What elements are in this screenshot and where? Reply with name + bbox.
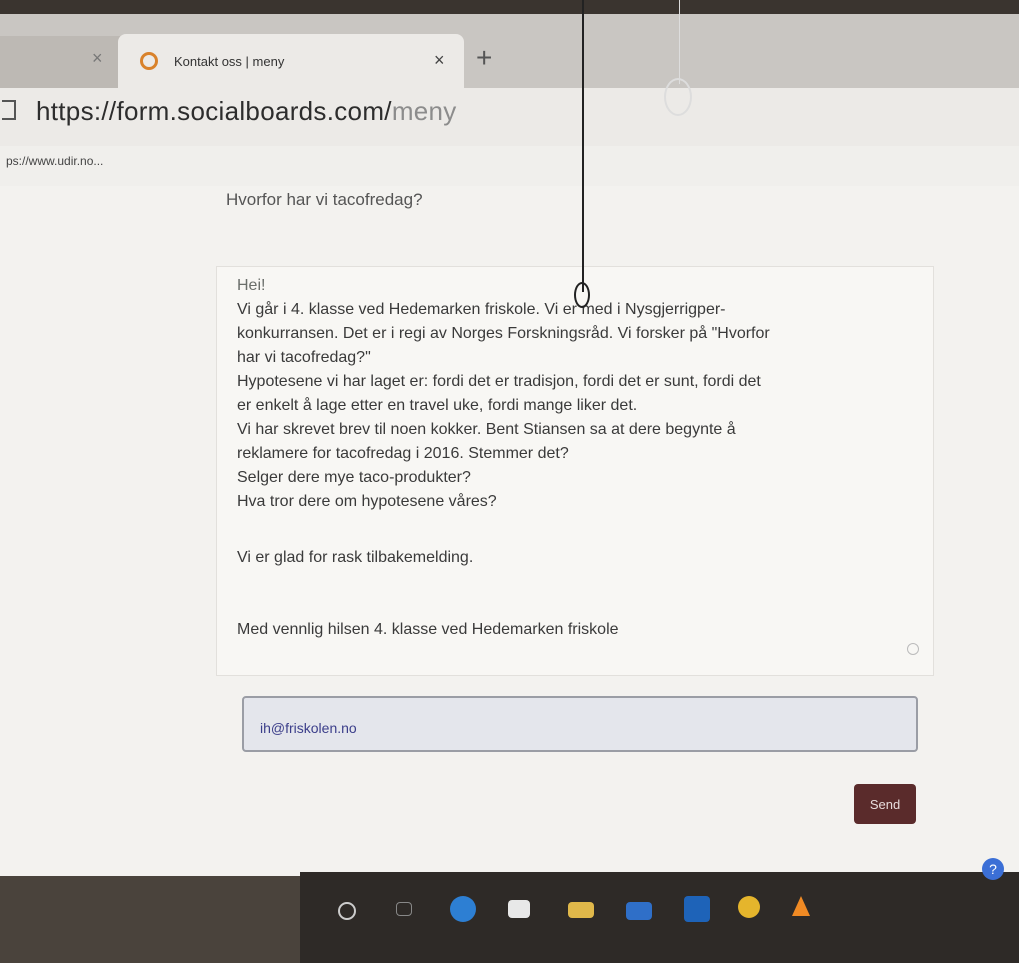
message-greeting: Hei! (237, 277, 266, 294)
close-icon[interactable]: × (434, 50, 445, 71)
bookmarks-bar: ps://www.udir.no... (0, 146, 1019, 187)
page-content: Hvorfor har vi tacofredag? Hei! Vi går i … (0, 186, 1019, 876)
message-line: Med vennlig hilsen 4. klasse ved Hedemar… (237, 621, 619, 638)
chrome-icon[interactable] (738, 896, 760, 918)
hanging-string (582, 0, 584, 292)
photo-of-monitor: × Kontakt oss | meny × + https://form.so… (0, 0, 1019, 963)
form-subject-header: Hvorfor har vi tacofredag? (226, 190, 423, 209)
browser-tab-strip: × Kontakt oss | meny × + (0, 0, 1019, 92)
send-button[interactable]: Send (854, 784, 916, 824)
url-host: https://form.socialboards.com/ (36, 96, 392, 126)
store-icon[interactable] (508, 900, 530, 918)
message-line: reklamere for tacofredag i 2016. Stemmer… (237, 445, 569, 462)
search-icon[interactable] (338, 902, 356, 920)
hanging-string-light (679, 0, 680, 84)
edge-icon[interactable] (450, 896, 476, 922)
folder-icon[interactable] (568, 902, 594, 918)
taskbar (300, 872, 1019, 963)
message-line: konkurransen. Det er i regi av Norges Fo… (237, 325, 770, 342)
resize-handle-icon[interactable] (907, 643, 919, 655)
email-field[interactable]: ih@friskolen.no (242, 696, 918, 752)
bookmark-link[interactable]: ps://www.udir.no... (6, 154, 103, 168)
email-value: ih@friskolen.no (260, 720, 357, 736)
help-icon[interactable]: ? (982, 858, 1004, 880)
url-text[interactable]: https://form.socialboards.com/meny (36, 96, 457, 127)
string-loop (574, 282, 590, 308)
string-loop-light (664, 78, 692, 116)
close-icon[interactable]: × (92, 48, 103, 69)
new-tab-button[interactable]: + (476, 42, 492, 74)
message-line: Vi går i 4. klasse ved Hedemarken frisko… (237, 301, 726, 318)
tab-kontakt-oss[interactable]: Kontakt oss | meny × (118, 34, 464, 90)
task-view-icon[interactable] (396, 902, 412, 916)
message-line: har vi tacofredag?" (237, 349, 371, 366)
message-line: Vi er glad for rask tilbakemelding. (237, 549, 474, 566)
address-bar[interactable]: https://form.socialboards.com/meny (0, 88, 1019, 146)
vlc-icon[interactable] (792, 896, 810, 916)
message-line: er enkelt å lage etter en travel uke, fo… (237, 397, 638, 414)
page-icon (2, 100, 16, 120)
tab-title: Kontakt oss | meny (174, 54, 285, 69)
message-textarea[interactable]: Hei! Vi går i 4. klasse ved Hedemarken fr… (216, 266, 934, 676)
mail-icon[interactable] (626, 902, 652, 920)
outlook-icon[interactable] (684, 896, 710, 922)
message-line: Hypotesene vi har laget er: fordi det er… (237, 373, 761, 390)
favicon-icon (140, 52, 158, 70)
url-path: meny (391, 96, 457, 126)
monitor-bezel (0, 0, 1019, 14)
message-line: Selger dere mye taco-produkter? (237, 469, 471, 486)
tab-previous[interactable]: × (0, 36, 120, 88)
message-line: Vi har skrevet brev til noen kokker. Ben… (237, 421, 736, 438)
message-line: Hva tror dere om hypotesene våres? (237, 493, 497, 510)
